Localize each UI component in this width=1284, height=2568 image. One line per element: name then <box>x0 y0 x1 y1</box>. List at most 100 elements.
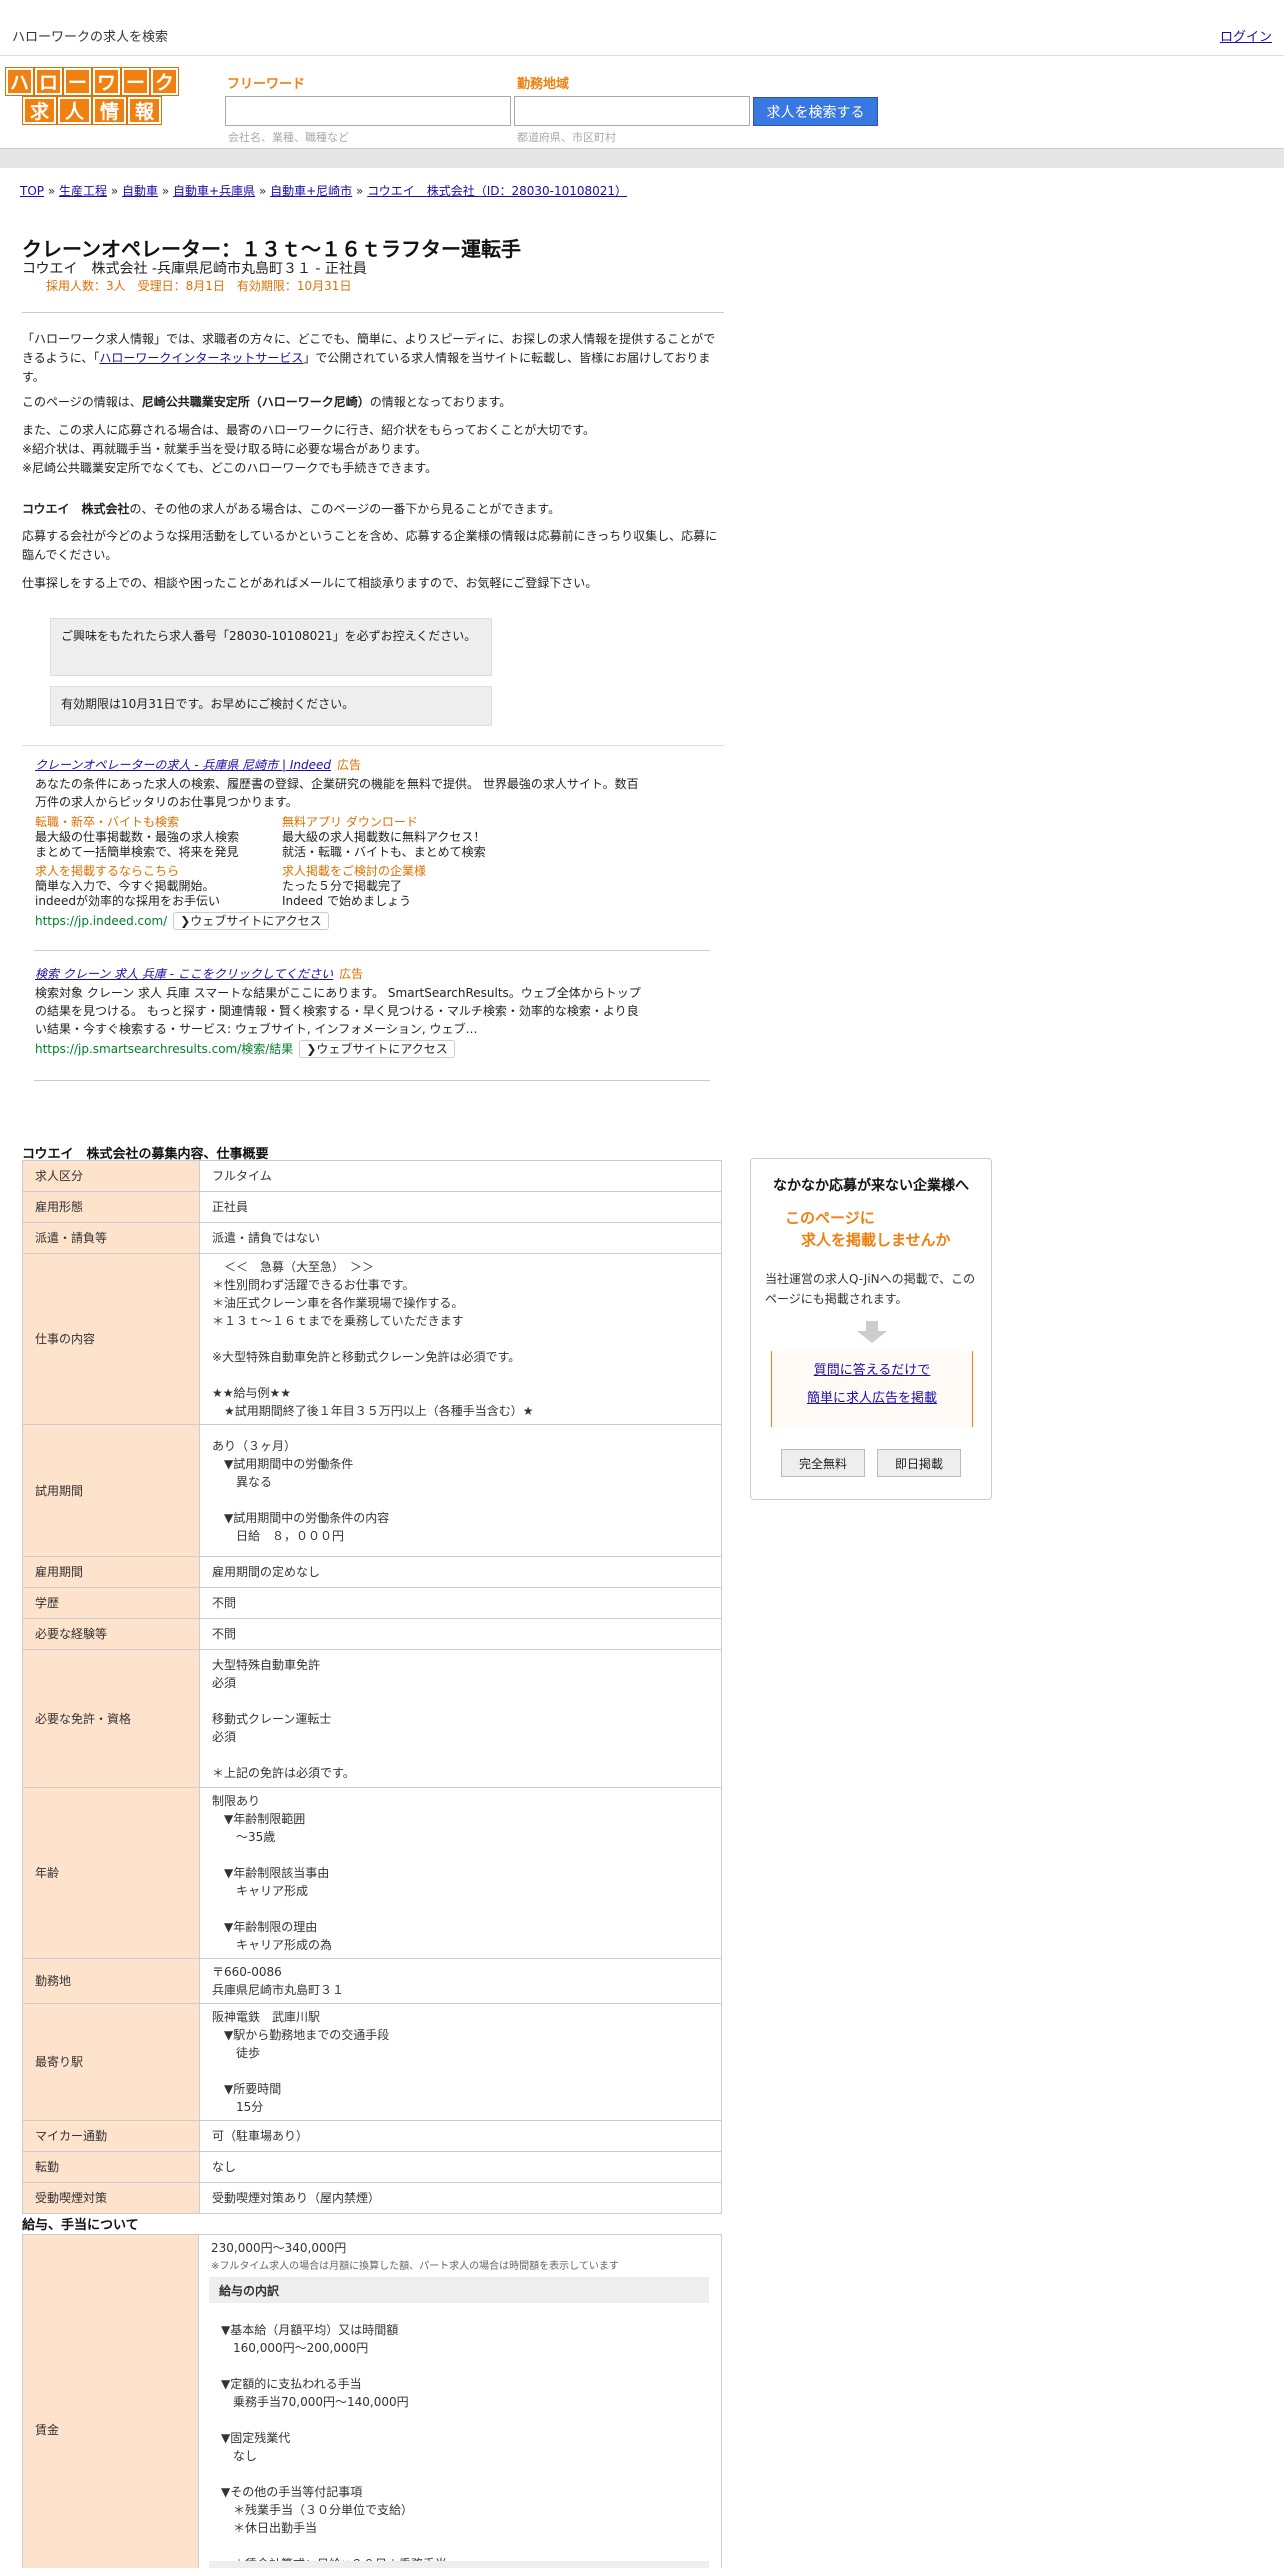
details-key: 勤務地 <box>22 1958 200 2004</box>
divider <box>34 950 710 951</box>
free-button[interactable]: 完全無料 <box>781 1449 865 1477</box>
ad-title-link[interactable]: 検索 クレーン 求人 兵庫 - ここをクリックしてください <box>35 967 333 981</box>
salary-table: 賃金 230,000円〜340,000円 ※フルタイム求人の場合は月額に換算した… <box>22 2234 722 2568</box>
source-text: の情報となっております。 <box>369 395 512 409</box>
sitelink-text: 最大級の求人掲載数に無料アクセス！ <box>282 830 486 844</box>
sitelink-text: まとめて一括簡単検索で、将来を発見 <box>35 845 239 859</box>
details-key: 学歴 <box>22 1587 200 1619</box>
breadcrumb-company[interactable]: コウエイ 株式会社（ID：28030-10108021） <box>367 184 627 198</box>
other-jobs-text: の、その他の求人がある場合は、このページの一番下から見ることができます。 <box>129 502 561 516</box>
details-value: 大型特殊自動車免許 必須 移動式クレーン運転士 必須 ＊上記の免許は必須です。 <box>199 1649 722 1788</box>
breadcrumb-category[interactable]: 生産工程 <box>59 184 107 198</box>
logo-char: ー <box>121 67 150 96</box>
ad-sitelink[interactable]: 転職・新卒・バイトも検索 最大級の仕事掲載数・最強の求人検索 まとめて一括簡単検索で… <box>35 815 239 860</box>
salary-next-heading <box>209 2561 709 2568</box>
details-key: マイカー通勤 <box>22 2120 200 2152</box>
keyword-hint: 会社名、業種、職種など <box>228 131 349 144</box>
location-hint: 都道府県、市区町村 <box>517 131 616 144</box>
logo-row-1: ハ ロ ー ワ ー ク <box>4 67 180 96</box>
breadcrumb-separator: » <box>161 184 170 198</box>
other-jobs-paragraph: コウエイ 株式会社の、その他の求人がある場合は、このページの一番下から見ることが… <box>22 500 722 519</box>
search-button[interactable]: 求人を検索する <box>753 97 878 126</box>
advertise-heading: なかなか応募が来ない企業様へ <box>773 1178 969 1194</box>
breadcrumb-prefecture[interactable]: 自動車+兵庫県 <box>173 184 255 198</box>
login-link[interactable]: ログイン <box>1220 26 1272 45</box>
details-row: 受動喫煙対策 受動喫煙対策あり（屋内禁煙） <box>22 2182 722 2214</box>
sitelink-text: indeedが効率的な採用をお手伝い <box>35 894 220 908</box>
breadcrumb-industry[interactable]: 自動車 <box>122 184 158 198</box>
details-row: 求人区分 フルタイム <box>22 1160 722 1192</box>
sitelink-title[interactable]: 無料アプリ ダウンロード <box>282 815 418 829</box>
sitelink-text: たった５分で掲載完了 <box>282 879 403 893</box>
sitelink-text: Indeed で始めましょう <box>282 894 411 908</box>
details-row: 試用期間 あり（３ヶ月） ▼試用期間中の労働条件 異なる ▼試用期間中の労働条件の… <box>22 1424 722 1557</box>
breadcrumb-top[interactable]: TOP <box>20 184 44 198</box>
ad-description: 検索対象 クレーン 求人 兵庫 スマートな結果がここにあります。 SmartSe… <box>35 986 641 1036</box>
advertise-catchphrase: このページに求人を掲載しませんか <box>785 1207 951 1251</box>
details-value: あり（３ヶ月） ▼試用期間中の労働条件 異なる ▼試用期間中の労働条件の内容 日… <box>199 1424 722 1557</box>
ad-url[interactable]: https://jp.indeed.com/ <box>35 914 167 928</box>
sitelink-title[interactable]: 求人を掲載するならこちら <box>35 864 179 878</box>
sitelink-title[interactable]: 求人掲載をご検討の企業様 <box>282 864 426 878</box>
same-day-button[interactable]: 即日掲載 <box>877 1449 961 1477</box>
site-title[interactable]: ハローワークの求人を検索 <box>12 26 168 45</box>
details-row: 必要な免許・資格 大型特殊自動車免許 必須 移動式クレーン運転士 必須 ＊上記の免… <box>22 1649 722 1788</box>
ad-sitelink[interactable]: 求人掲載をご検討の企業様 たった５分で掲載完了 Indeed で始めましょう <box>282 864 426 909</box>
breadcrumb-city[interactable]: 自動車+尼崎市 <box>270 184 352 198</box>
referral-text: また、この求人に応募される場合は、最寄のハローワークに行き、紹介状をもらっておく… <box>22 423 596 437</box>
visit-website-button[interactable]: ❯ウェブサイトにアクセス <box>173 912 329 930</box>
job-meta: 採用人数：3人 受理日：8月1日 有効期限：10月31日 <box>46 279 352 293</box>
consult-paragraph: 仕事探しをする上での、相談や困ったことがあればメールにて相談承りますので、お気軽… <box>22 576 598 590</box>
intro-paragraph: 「ハローワーク求人情報」では、求職者の方々に、どこでも、簡単に、よりスピーディに… <box>22 330 722 387</box>
details-key: 仕事の内容 <box>22 1253 200 1425</box>
details-row: 仕事の内容 ＜＜ 急募（大至急） ＞＞ ＊性別問わず活躍できるお仕事です。 ＊油… <box>22 1253 722 1425</box>
details-value: フルタイム <box>199 1160 722 1192</box>
post-ad-link[interactable]: 簡単に求人広告を掲載 <box>772 1385 972 1413</box>
ad-tag: 広告 <box>339 967 364 981</box>
location-input[interactable] <box>514 96 750 126</box>
details-key: 雇用形態 <box>22 1191 200 1223</box>
logo-char: ロ <box>34 67 63 96</box>
breadcrumb-separator: » <box>356 184 364 198</box>
source-text: このページの情報は、 <box>22 395 142 409</box>
catch-line: このページに <box>785 1209 875 1227</box>
hellowork-internet-link[interactable]: ハローワークインターネットサービス <box>99 351 303 365</box>
company-line: コウエイ 株式会社 -兵庫県尼崎市丸島町３１ - 正社員 <box>22 261 367 277</box>
catch-line: 求人を掲載しませんか <box>801 1231 951 1249</box>
details-row: 必要な経験等 不問 <box>22 1618 722 1650</box>
ad-url[interactable]: https://jp.smartsearchresults.com/検索/結果 <box>35 1042 293 1056</box>
details-key: 必要な免許・資格 <box>22 1649 200 1788</box>
keyword-input[interactable] <box>225 96 511 126</box>
logo-char: ワ <box>92 67 121 96</box>
logo-char: ハ <box>5 67 34 96</box>
advertise-box: なかなか応募が来ない企業様へ このページに 求人を掲載しませんか 当社運営の求人Q… <box>750 1158 992 1500</box>
details-value: なし <box>199 2151 722 2183</box>
details-key: 試用期間 <box>22 1424 200 1557</box>
ad-sitelink[interactable]: 求人を掲載するならこちら 簡単な入力で、今すぐ掲載開始。 indeedが効率的な採用… <box>35 864 220 909</box>
details-key: 派遣・請負等 <box>22 1222 200 1254</box>
visit-website-button[interactable]: ❯ウェブサイトにアクセス <box>299 1040 455 1058</box>
ad-description: あなたの条件にあった求人の検索、履歴書の登録、企業研究の機能を無料で提供。 世界… <box>35 777 639 809</box>
ad-title-link[interactable]: クレーンオペレーターの求人 - 兵庫県 尼崎市 | Indeed <box>35 758 331 772</box>
logo-char: 求 <box>22 96 57 125</box>
referral-text: ※紹介状は、再就職手当・就業手当を受け取る時に必要な場合があります。 <box>22 442 427 456</box>
details-key: 年齢 <box>22 1787 200 1959</box>
referral-text: ※尼崎公共職業安定所でなくても、どこのハローワークでも手続きできます。 <box>22 461 438 475</box>
location-label: 勤務地域 <box>517 77 570 92</box>
details-row: 最寄り駅 阪神電鉄 武庫川駅 ▼駅から勤務地までの交通手段 徒歩 ▼所要時間 15… <box>22 2003 722 2121</box>
source-paragraph: このページの情報は、尼崎公共職業安定所（ハローワーク尼崎）の情報となっております… <box>22 393 722 412</box>
ad-smartsearch: 検索 クレーン 求人 兵庫 - ここをクリックしてください 広告 検索対象 クレー… <box>22 965 712 1065</box>
details-value: 正社員 <box>199 1191 722 1223</box>
salary-range: 230,000円〜340,000円 <box>211 2241 347 2255</box>
ad-sitelink[interactable]: 無料アプリ ダウンロード 最大級の求人掲載数に無料アクセス！ 就活・転職・バイトも、… <box>282 815 486 860</box>
details-row: 年齢 制限あり ▼年齢制限範囲 〜35歳 ▼年齢制限該当事由 キャリア形成 ▼年齢… <box>22 1787 722 1959</box>
site-logo[interactable]: ハ ロ ー ワ ー ク 求 人 情 報 <box>4 67 180 126</box>
salary-key: 賃金 <box>35 2423 60 2437</box>
details-key: 最寄り駅 <box>22 2003 200 2121</box>
breadcrumb-separator: » <box>110 184 119 198</box>
ad-indeed: クレーンオペレーターの求人 - 兵庫県 尼崎市 | Indeed 広告 あなたの条… <box>22 756 712 936</box>
sitelink-title[interactable]: 転職・新卒・バイトも検索 <box>35 815 179 829</box>
details-row: 雇用期間 雇用期間の定めなし <box>22 1556 722 1588</box>
advertise-links: 質問に答えるだけで 簡単に求人広告を掲載 <box>771 1351 973 1427</box>
answer-questions-link[interactable]: 質問に答えるだけで <box>772 1357 972 1385</box>
